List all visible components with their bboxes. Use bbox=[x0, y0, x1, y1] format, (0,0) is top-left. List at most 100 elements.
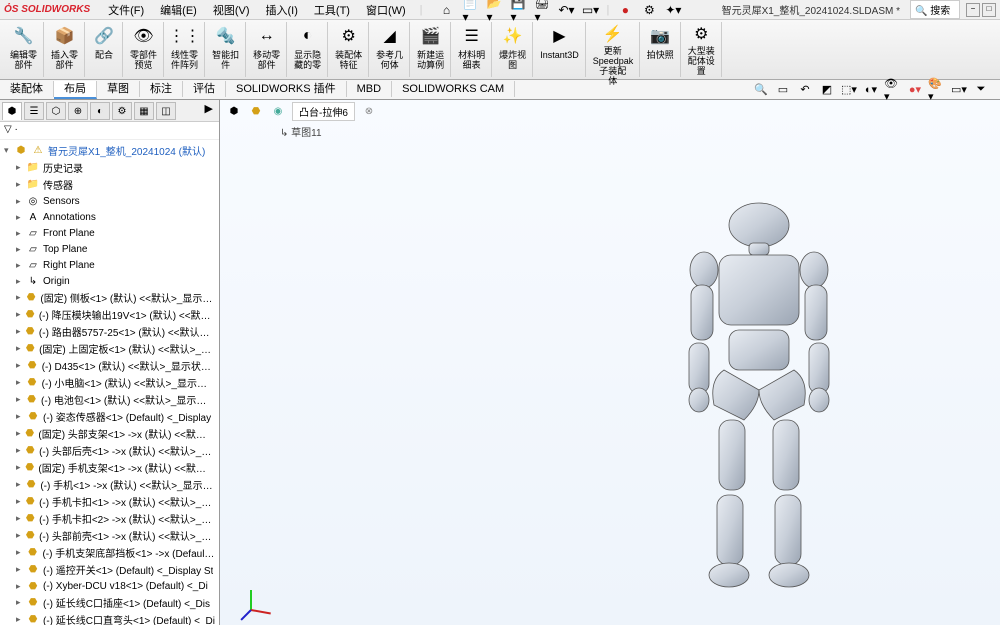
property-tab[interactable]: ☰ bbox=[24, 102, 44, 120]
dimxpert-tab[interactable]: ⊕ bbox=[68, 102, 88, 120]
tree-node[interactable]: ▸⬣(-) 手机支架底部挡板<1> ->x (Default) < bbox=[2, 544, 217, 561]
tab-草图[interactable]: 草图 bbox=[97, 81, 140, 97]
tree-node[interactable]: ▸⬣(-) 电池包<1> (默认) <<默认>_显示状态 1> bbox=[2, 391, 217, 408]
tree-node[interactable]: ▸⬣(固定) 上固定板<1> (默认) <<默认>_显示状态 1 bbox=[2, 340, 217, 357]
zoom-fit-icon[interactable]: 🔍 bbox=[752, 82, 770, 98]
menu-文件(F)[interactable]: 文件(F) bbox=[100, 3, 152, 19]
tree-node[interactable]: ▸📁传感器 bbox=[2, 176, 217, 193]
tree-node[interactable]: ▸⬣(-) D435<1> (默认) <<默认>_显示状态 1> bbox=[2, 357, 217, 374]
view-triad[interactable] bbox=[230, 575, 270, 615]
menu-窗口(W)[interactable]: 窗口(W) bbox=[358, 3, 414, 19]
ribbon-配合[interactable]: 🔗配合 bbox=[86, 22, 123, 77]
tree-node[interactable]: ▸▱Front Plane bbox=[2, 225, 217, 241]
ribbon-拍快照[interactable]: 📷拍快照 bbox=[641, 22, 681, 77]
graphics-viewport[interactable]: ⬢ ⬣ ◉ 凸台-拉伸6 ⊗ ↳ 草图11 bbox=[220, 100, 1000, 625]
ribbon-更新Speedpak子装配体[interactable]: ⚡更新 Speedpak 子装配 体 bbox=[587, 22, 640, 77]
tree-node[interactable]: ▸⬣(-) 头部前壳<1> ->x (默认) <<默认>_显示状态 1 bbox=[2, 527, 217, 544]
print-icon[interactable]: 🖨▾ bbox=[535, 2, 551, 18]
tree-node[interactable]: ▸📁历史记录 bbox=[2, 159, 217, 176]
tree-node[interactable]: ▾⬢⚠智元灵犀X1_整机_20241024 (默认) bbox=[2, 142, 217, 159]
ribbon-智能扣件[interactable]: 🔩智能扣 件 bbox=[206, 22, 246, 77]
tree-node[interactable]: ▸▱Right Plane bbox=[2, 257, 217, 273]
appearance-icon[interactable]: ●▾ bbox=[906, 82, 924, 98]
ribbon-Instant3D[interactable]: ▶Instant3D bbox=[534, 22, 586, 77]
tree-node[interactable]: ▸AAnnotations bbox=[2, 209, 217, 225]
maximize-button[interactable]: □ bbox=[982, 3, 996, 17]
select-icon[interactable]: ▭▾ bbox=[583, 2, 599, 18]
ribbon-显示隐藏的零[interactable]: ◐显示隐 藏的零 bbox=[288, 22, 328, 77]
config-tab[interactable]: ⬡ bbox=[46, 102, 66, 120]
tab-评估[interactable]: 评估 bbox=[183, 81, 226, 97]
tree-node[interactable]: ▸⬣(-) 手机<1> ->x (默认) <<默认>_显示状态 1> bbox=[2, 476, 217, 493]
new-icon[interactable]: 📄▾ bbox=[463, 2, 479, 18]
save-icon[interactable]: 💾▾ bbox=[511, 2, 527, 18]
options-icon[interactable]: ⚙ bbox=[641, 2, 657, 18]
ribbon-参考几何体[interactable]: ◢参考几 何体 bbox=[370, 22, 410, 77]
bc-part-icon[interactable]: ⬣ bbox=[248, 103, 264, 119]
tree-node[interactable]: ▸⬣(固定) 侧板<1> (默认) <<默认>_显示状态 1> bbox=[2, 289, 217, 306]
tree-node[interactable]: ▸⬣(-) 延长线C口直弯头<1> (Default) <_Di bbox=[2, 611, 217, 625]
display-style-icon[interactable]: ◐▾ bbox=[862, 82, 880, 98]
ribbon-移动零部件[interactable]: ↔移动零 部件 bbox=[247, 22, 287, 77]
ribbon-新建运动算例[interactable]: 🎬新建运 动算例 bbox=[411, 22, 451, 77]
ribbon-大型装配体设置[interactable]: ⚙大型装 配体设 置 bbox=[682, 22, 722, 77]
rebuild-icon[interactable]: ● bbox=[617, 2, 633, 18]
settings-icon[interactable]: ✦▾ bbox=[665, 2, 681, 18]
tab-装配体[interactable]: 装配体 bbox=[0, 81, 54, 97]
tree-node[interactable]: ▸⬣(固定) 手机支架<1> ->x (默认) <<默认>_显示状态 bbox=[2, 459, 217, 476]
open-icon[interactable]: 📂▾ bbox=[487, 2, 503, 18]
bc-body-icon[interactable]: ◉ bbox=[270, 103, 286, 119]
tab-SOLIDWORKS CAM[interactable]: SOLIDWORKS CAM bbox=[392, 81, 515, 97]
tree-node[interactable]: ▸⬣(固定) 头部支架<1> ->x (默认) <<默认>_显示状态 bbox=[2, 425, 217, 442]
tree-node[interactable]: ▸⬣(-) 手机卡扣<2> ->x (默认) <<默认>_显示状态 1 bbox=[2, 510, 217, 527]
tree-node[interactable]: ▸⬣(-) 遥控开关<1> (Default) <_Display St bbox=[2, 561, 217, 578]
ribbon-零部件预览[interactable]: 👁零部件 预览 bbox=[124, 22, 164, 77]
extra-tab-1[interactable]: ▦ bbox=[134, 102, 154, 120]
ribbon-爆炸视图[interactable]: ✨爆炸视 图 bbox=[493, 22, 533, 77]
tab-标注[interactable]: 标注 bbox=[140, 81, 183, 97]
home-icon[interactable]: ⌂ bbox=[439, 2, 455, 18]
breadcrumb-current[interactable]: 凸台-拉伸6 bbox=[292, 102, 355, 121]
tree-node[interactable]: ▸⬣(-) 头部后壳<1> ->x (默认) <<默认>_显示状态 1 bbox=[2, 442, 217, 459]
tab-SOLIDWORKS 插件[interactable]: SOLIDWORKS 插件 bbox=[226, 81, 347, 97]
cam-tab[interactable]: ⚙ bbox=[112, 102, 132, 120]
dropdown-icon[interactable]: ⏷ bbox=[972, 82, 990, 98]
menu-编辑(E)[interactable]: 编辑(E) bbox=[152, 3, 205, 19]
panel-expand-icon[interactable]: ▶ bbox=[201, 102, 217, 119]
tree-node[interactable]: ▸⬣(-) Xyber-DCU v18<1> (Default) <_Di bbox=[2, 578, 217, 594]
ribbon-装配体特征[interactable]: ⚙装配体 特征 bbox=[329, 22, 369, 77]
bc-close-icon[interactable]: ⊗ bbox=[361, 103, 377, 119]
search-input[interactable]: 🔍 搜索 bbox=[910, 0, 960, 19]
menu-视图(V)[interactable]: 视图(V) bbox=[205, 3, 258, 19]
tree-node[interactable]: ▸⬣(-) 姿态传感器<1> (Default) <_Display bbox=[2, 408, 217, 425]
tree-node[interactable]: ▸⬣(-) 路由器5757-25<1> (默认) <<默认>_显示状态 bbox=[2, 323, 217, 340]
ribbon-编辑零部件[interactable]: 🔧编辑零 部件 bbox=[4, 22, 44, 77]
tree-node[interactable]: ▸▱Top Plane bbox=[2, 241, 217, 257]
tree-node[interactable]: ▸⬣(-) 手机卡扣<1> ->x (默认) <<默认>_显示状态 1 bbox=[2, 493, 217, 510]
ribbon-线性零件阵列[interactable]: ⋮⋮线性零 件阵列 bbox=[165, 22, 205, 77]
view-orient-icon[interactable]: ⬚▾ bbox=[840, 82, 858, 98]
tree-node[interactable]: ▸↳Origin bbox=[2, 273, 217, 289]
bc-nav-icon[interactable]: ⬢ bbox=[226, 103, 242, 119]
scene-icon[interactable]: 🎨▾ bbox=[928, 82, 946, 98]
tab-MBD[interactable]: MBD bbox=[347, 81, 392, 97]
minimize-button[interactable]: − bbox=[966, 3, 980, 17]
tree-node[interactable]: ▸⬣(-) 延长线C口插座<1> (Default) <_Dis bbox=[2, 594, 217, 611]
zoom-area-icon[interactable]: ▭ bbox=[774, 82, 792, 98]
menu-工具(T)[interactable]: 工具(T) bbox=[306, 3, 358, 19]
hide-show-icon[interactable]: 👁▾ bbox=[884, 82, 902, 98]
display-tab[interactable]: ◐ bbox=[90, 102, 110, 120]
ribbon-材料明细表[interactable]: ☰材料明 细表 bbox=[452, 22, 492, 77]
tab-布局[interactable]: 布局 bbox=[54, 81, 97, 99]
extra-tab-2[interactable]: ◫ bbox=[156, 102, 176, 120]
breadcrumb-sub[interactable]: ↳ 草图11 bbox=[280, 124, 322, 139]
tree-node[interactable]: ▸⬣(-) 降压模块输出19V<1> (默认) <<默认>_显示状 bbox=[2, 306, 217, 323]
ribbon-插入零部件[interactable]: 📦插入零 部件 bbox=[45, 22, 85, 77]
prev-view-icon[interactable]: ↶ bbox=[796, 82, 814, 98]
undo-icon[interactable]: ↶▾ bbox=[559, 2, 575, 18]
tree-node[interactable]: ▸⬣(-) 小电脑<1> (默认) <<默认>_显示状态 1 bbox=[2, 374, 217, 391]
section-icon[interactable]: ◩ bbox=[818, 82, 836, 98]
filter-row[interactable]: ▽ · bbox=[0, 122, 219, 140]
tree-node[interactable]: ▸◎Sensors bbox=[2, 193, 217, 209]
menu-插入(I)[interactable]: 插入(I) bbox=[258, 3, 306, 19]
